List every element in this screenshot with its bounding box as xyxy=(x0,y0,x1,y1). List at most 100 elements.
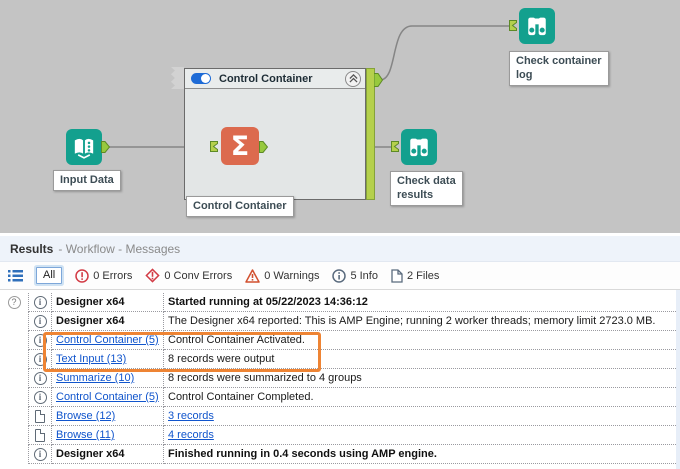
tool-link[interactable]: Summarize (10) xyxy=(56,372,134,384)
results-panel-header: Results - Workflow - Messages xyxy=(0,236,680,262)
summarize-tool[interactable]: Σ xyxy=(221,127,259,165)
filter-errors-button[interactable]: 0 Errors xyxy=(75,269,132,283)
row-gutter xyxy=(0,369,28,388)
check-data-browse-tool[interactable] xyxy=(401,129,437,165)
binoculars-icon xyxy=(522,11,552,41)
tool-link[interactable]: Browse (11) xyxy=(56,429,114,441)
tool-cell: Summarize (10) xyxy=(52,369,164,388)
message-text: Control Container Completed. xyxy=(168,391,314,403)
tool-cell: Text Input (13) xyxy=(52,350,164,369)
check-log-browse-tool[interactable] xyxy=(519,8,555,44)
info-icon: i xyxy=(34,372,47,385)
tool-cell: Designer x64 xyxy=(52,312,164,331)
summarize-input-anchor[interactable] xyxy=(210,141,218,152)
input-data-label: Input Data xyxy=(53,170,121,191)
info-icon: i xyxy=(34,315,47,328)
message-cell: Started running at 05/22/2023 14:36:12 xyxy=(164,293,680,312)
row-icon-cell: i xyxy=(28,445,52,464)
tool-cell: Control Container (5) xyxy=(52,331,164,350)
message-cell: Control Container Activated. xyxy=(164,331,680,350)
row-gutter xyxy=(0,407,28,426)
row-gutter xyxy=(0,388,28,407)
table-row: i Text Input (13) 8 records were output xyxy=(0,350,680,369)
message-text: 8 records were summarized to 4 groups xyxy=(168,372,362,384)
help-icon: ? xyxy=(8,296,21,309)
row-gutter: ? xyxy=(0,293,28,312)
check-log-input-anchor[interactable] xyxy=(509,20,517,31)
tool-cell: Control Container (5) xyxy=(52,388,164,407)
results-breadcrumb: - Workflow - Messages xyxy=(58,242,180,256)
tool-cell: Designer x64 xyxy=(52,445,164,464)
info-icon: i xyxy=(34,353,47,366)
row-icon-cell xyxy=(28,426,52,445)
container-title: Control Container xyxy=(219,73,345,85)
input-data-tool[interactable] xyxy=(66,129,102,165)
results-title: Results xyxy=(10,242,53,256)
warning-icon xyxy=(245,269,260,283)
table-row: ? i Designer x64 Started running at 05/22/2… xyxy=(0,293,680,312)
control-container-header: Control Container xyxy=(185,69,365,89)
input-data-output-anchor[interactable] xyxy=(101,141,110,153)
tool-cell: Browse (11) xyxy=(52,426,164,445)
row-gutter xyxy=(0,445,28,464)
container-output-anchor[interactable] xyxy=(374,73,383,87)
workflow-canvas[interactable]: Control Container xyxy=(0,0,680,233)
results-toolbar: All 0 Errors 0 Conv Errors 0 Warnings xyxy=(0,262,680,290)
table-row: iDesigner x64Finished running in 0.4 sec… xyxy=(0,445,680,464)
row-gutter xyxy=(0,331,28,350)
tool-link[interactable]: Browse (12) xyxy=(56,410,115,422)
message-link[interactable]: 3 records xyxy=(168,410,214,422)
binoculars-icon xyxy=(404,132,434,162)
message-link[interactable]: 4 records xyxy=(168,429,214,441)
book-icon xyxy=(69,132,99,162)
message-text: Started running at 05/22/2023 14:36:12 xyxy=(168,296,368,308)
tool-name: Designer x64 xyxy=(56,296,124,308)
container-enabled-toggle[interactable] xyxy=(191,73,211,84)
table-row: Browse (11) 4 records xyxy=(0,426,680,445)
table-row: iControl Container (5)Control Container … xyxy=(0,331,680,350)
check-data-label: Check data results xyxy=(390,171,463,206)
row-icon-cell: i xyxy=(28,293,52,312)
filter-info-button[interactable]: 5 Info xyxy=(332,269,378,283)
tool-link[interactable]: Text Input (13) xyxy=(56,353,126,365)
summarize-output-anchor[interactable] xyxy=(259,141,268,153)
row-icon-cell: i xyxy=(28,350,52,369)
message-cell: Control Container Completed. xyxy=(164,388,680,407)
message-text: The Designer x64 reported: This is AMP E… xyxy=(168,315,656,327)
file-icon xyxy=(35,410,45,423)
filter-files-button[interactable]: 2 Files xyxy=(391,269,439,283)
control-container[interactable]: Control Container xyxy=(184,68,366,200)
row-gutter xyxy=(0,426,28,445)
table-row: i Summarize (10) 8 records were summarized… xyxy=(0,369,680,388)
filter-warnings-button[interactable]: 0 Warnings xyxy=(245,269,319,283)
table-row: i Control Container (5) Control Container … xyxy=(0,388,680,407)
filter-conv-errors-button[interactable]: 0 Conv Errors xyxy=(145,268,232,283)
message-text: Control Container Activated. xyxy=(168,334,305,346)
info-icon xyxy=(332,269,346,283)
filter-all-button[interactable]: All xyxy=(36,267,62,284)
tool-link[interactable]: Control Container (5) xyxy=(56,334,159,346)
sigma-icon: Σ xyxy=(231,133,249,160)
message-cell: 8 records were output xyxy=(164,350,680,369)
tool-link[interactable]: Control Container (5) xyxy=(56,391,159,403)
check-data-input-anchor[interactable] xyxy=(391,141,399,152)
conv-error-icon xyxy=(145,268,160,283)
grid-right-strip xyxy=(676,290,680,469)
alteryx-designer-window: Control Container xyxy=(0,0,680,469)
row-icon-cell: i xyxy=(28,369,52,388)
container-output-bar xyxy=(366,68,375,200)
message-cell: 4 records xyxy=(164,426,680,445)
tool-name: Designer x64 xyxy=(56,448,124,460)
info-icon: i xyxy=(34,448,47,461)
results-grid: ? i Designer x64 Started running at 05/22/2… xyxy=(0,290,680,469)
table-row: Browse (12) 3 records xyxy=(0,407,680,426)
tool-name: Designer x64 xyxy=(56,315,124,327)
container-collapse-button[interactable] xyxy=(345,71,361,87)
message-cell: 3 records xyxy=(164,407,680,426)
chevron-up-icon xyxy=(349,74,358,83)
list-view-icon[interactable] xyxy=(8,269,23,282)
container-caption-label: Control Container xyxy=(186,196,294,217)
row-icon-cell: i xyxy=(28,388,52,407)
file-icon xyxy=(35,429,45,442)
info-icon: i xyxy=(34,391,47,404)
